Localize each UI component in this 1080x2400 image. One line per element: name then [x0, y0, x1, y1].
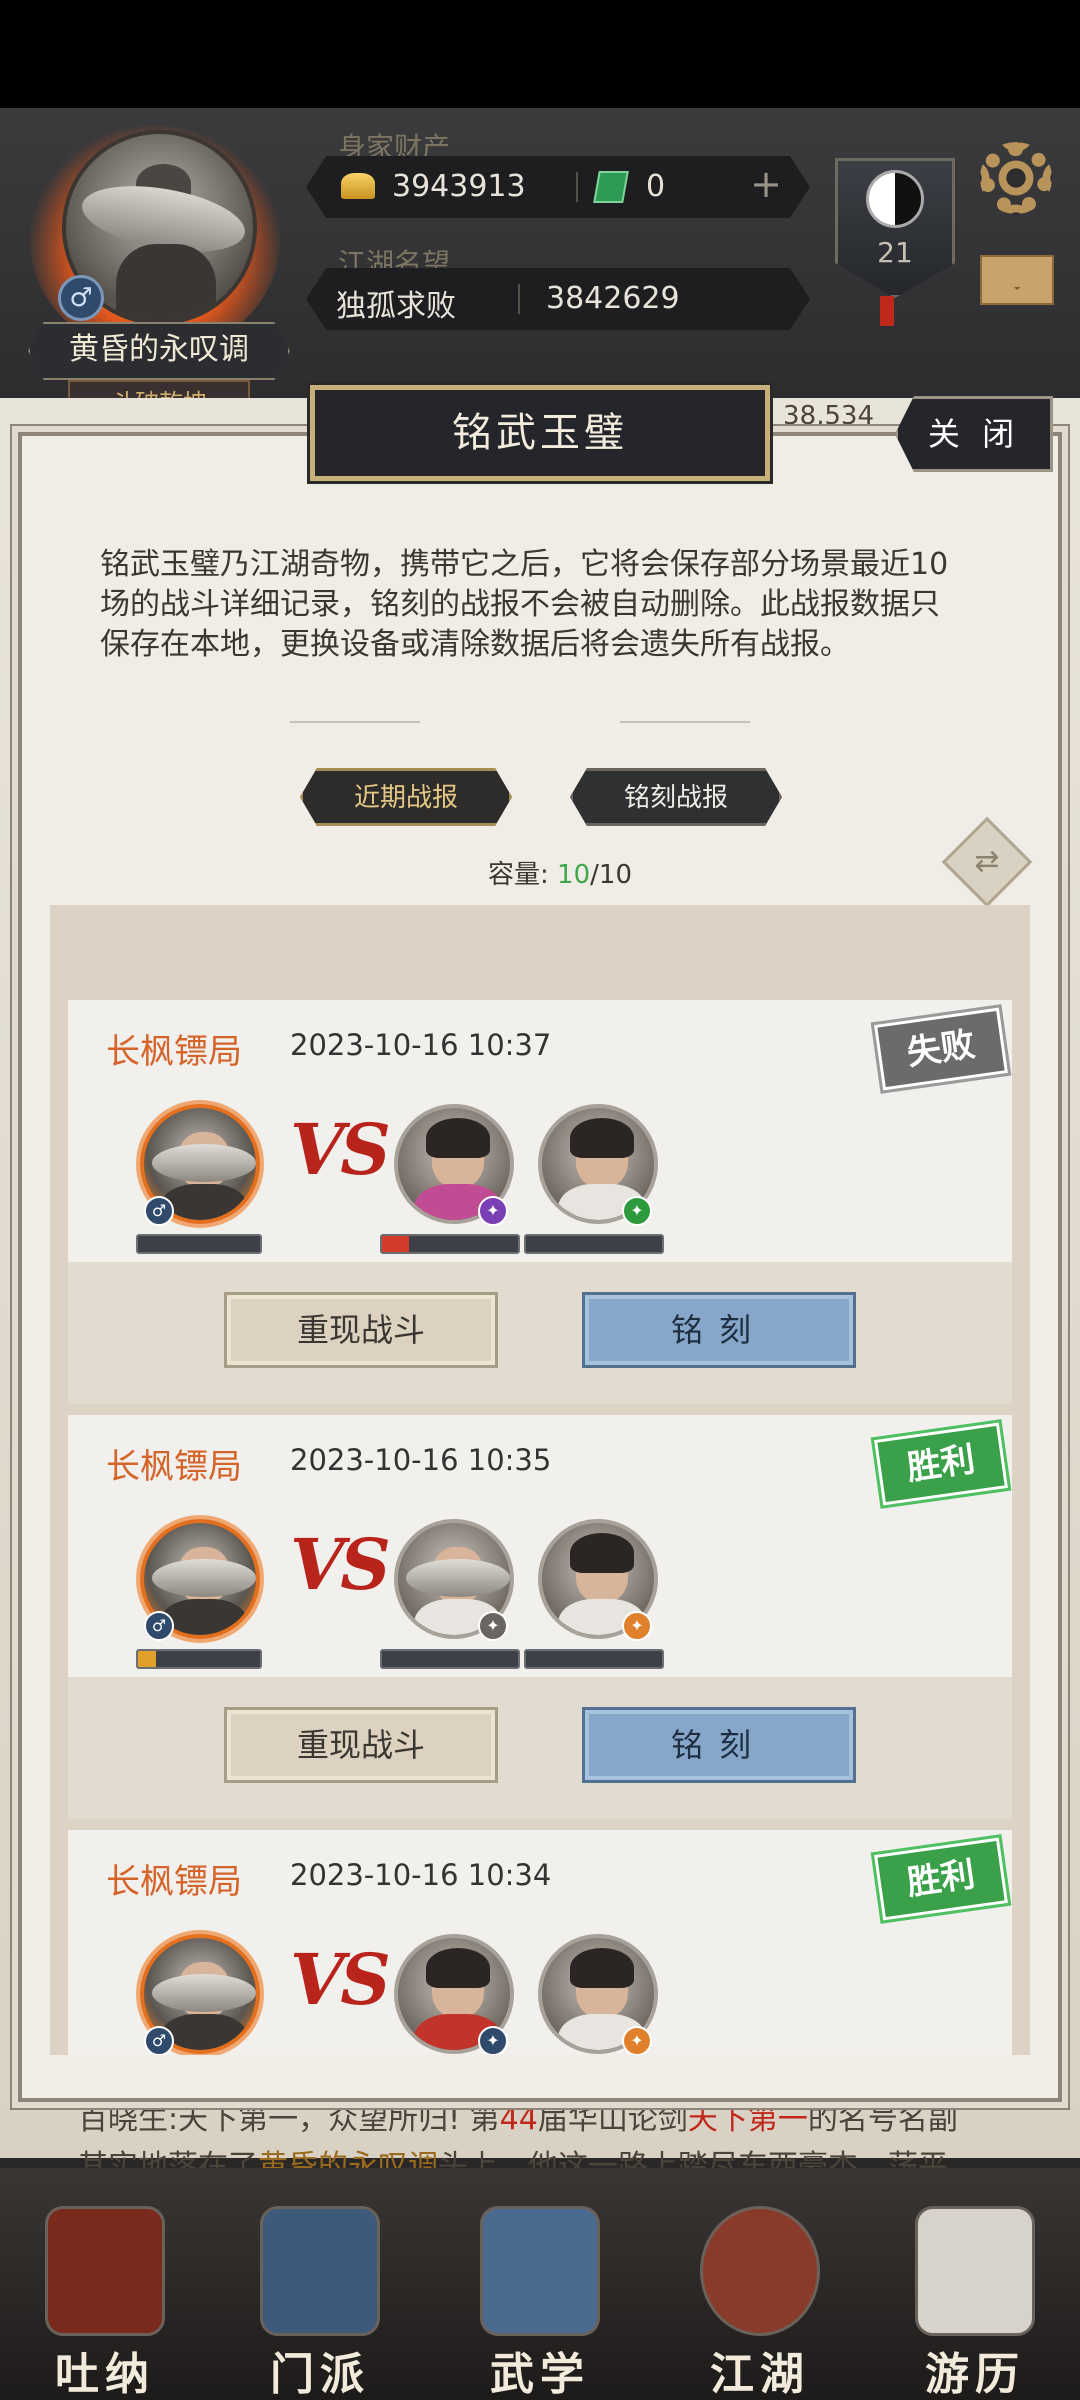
- tab-recent-reports[interactable]: 近期战报: [300, 768, 512, 826]
- battle-report-list[interactable]: 重现战斗 铭刻 长枫镖局 2023-10-16 10:37 失败 ♂ VS ✦ …: [50, 905, 1030, 2055]
- versus-icon: VS: [290, 1523, 391, 1606]
- sect-icon: [260, 2206, 380, 2336]
- ornament-divider: [290, 714, 790, 730]
- class-icon: ✦: [622, 1611, 652, 1641]
- class-icon: ✦: [622, 2026, 652, 2055]
- battle-report-card: 重现战斗 铭刻 长枫镖局 2023-10-16 10:37 失败 ♂ VS ✦ …: [68, 1000, 1012, 1404]
- horse-icon: [915, 2206, 1035, 2336]
- replay-battle-button[interactable]: 重现战斗: [224, 1707, 498, 1783]
- battle-time: 2023-10-16 10:35: [290, 1443, 552, 1477]
- nav-tuna[interactable]: 吐纳: [15, 2168, 195, 2400]
- versus-icon: VS: [290, 1938, 391, 2021]
- engrave-button[interactable]: 铭刻: [582, 1707, 856, 1783]
- gold-value: 3943913: [392, 169, 526, 204]
- reputation-bar: 独孤求败 3842629: [306, 268, 810, 330]
- gear-icon[interactable]: [980, 142, 1052, 214]
- tab-engraved-reports[interactable]: 铭刻战报: [570, 768, 782, 826]
- close-button[interactable]: 关 闭: [895, 396, 1053, 472]
- class-icon: ✦: [478, 2026, 508, 2055]
- class-icon: ✦: [478, 1611, 508, 1641]
- mail-icon[interactable]: [980, 255, 1054, 305]
- enemy-hp-bar: [524, 1649, 664, 1669]
- male-icon: ♂: [144, 1611, 174, 1641]
- capacity-indicator: 容量: 10/10: [488, 860, 632, 890]
- male-icon: ♂: [144, 2026, 174, 2055]
- class-icon: ✦: [622, 1196, 652, 1226]
- jade-value: 0: [646, 169, 666, 204]
- nav-travel[interactable]: 游历: [885, 2168, 1065, 2400]
- nav-martial-arts[interactable]: 武学: [450, 2168, 630, 2400]
- enemy-hp-bar: [524, 1234, 664, 1254]
- wealth-bar: 3943913 0 +: [306, 156, 810, 218]
- class-icon: ✦: [478, 1196, 508, 1226]
- scroll-book-icon: [480, 2206, 600, 2336]
- replay-battle-button[interactable]: 重现战斗: [224, 1292, 498, 1368]
- status-bar: [0, 0, 1080, 108]
- battle-location: 长枫镖局: [106, 1862, 242, 1902]
- gold-ingot-icon: [341, 173, 375, 199]
- log-line: 百晓生:天下第一，众望所归! 第44届华山论剑天下第一的名号名副: [78, 2102, 958, 2137]
- reputation-rank: 独孤求败: [336, 289, 456, 324]
- tassel-decoration: [880, 296, 894, 326]
- battle-location: 长枫镖局: [106, 1447, 242, 1487]
- divider: [518, 284, 520, 314]
- player-hp-bar: [136, 1234, 262, 1254]
- battle-time: 2023-10-16 10:34: [290, 1858, 552, 1892]
- bamboo-hat-icon: [700, 2206, 820, 2336]
- modal-description: 铭武玉璧乃江湖奇物，携带它之后，它将会保存部分场景最近10场的战斗详细记录，铭刻…: [100, 547, 949, 662]
- reputation-value: 3842629: [546, 281, 680, 316]
- gourd-icon: [45, 2206, 165, 2336]
- modal-title: 铭武玉璧: [310, 385, 770, 481]
- bottom-navigation: 吐纳 门派 武学 江湖 游历: [0, 2168, 1080, 2400]
- player-hp-bar: [136, 1649, 262, 1669]
- male-icon: ♂: [58, 275, 104, 321]
- yin-yang-icon: [866, 170, 924, 228]
- battle-time: 2023-10-16 10:37: [290, 1028, 552, 1062]
- enemy-hp-bar: [380, 1234, 520, 1254]
- jade-icon: [593, 171, 629, 203]
- nav-sect[interactable]: 门派: [230, 2168, 410, 2400]
- battle-report-card: 重现战斗 铭刻 长枫镖局 2023-10-16 10:35 胜利 ♂ VS ✦ …: [68, 1415, 1012, 1819]
- battle-report-card: 长枫镖局 2023-10-16 10:34 胜利 ♂ VS ✦ ✦: [68, 1830, 1012, 2055]
- enemy-hp-bar: [380, 1649, 520, 1669]
- nav-jianghu[interactable]: 江湖: [670, 2168, 850, 2400]
- player-name: 黄昏的永叹调: [28, 322, 290, 380]
- realm-level: 21: [877, 236, 913, 269]
- battle-location: 长枫镖局: [106, 1032, 242, 1072]
- male-icon: ♂: [144, 1196, 174, 1226]
- engrave-button[interactable]: 铭刻: [582, 1292, 856, 1368]
- versus-icon: VS: [290, 1108, 391, 1191]
- add-currency-button[interactable]: +: [746, 165, 786, 205]
- divider: [576, 172, 578, 202]
